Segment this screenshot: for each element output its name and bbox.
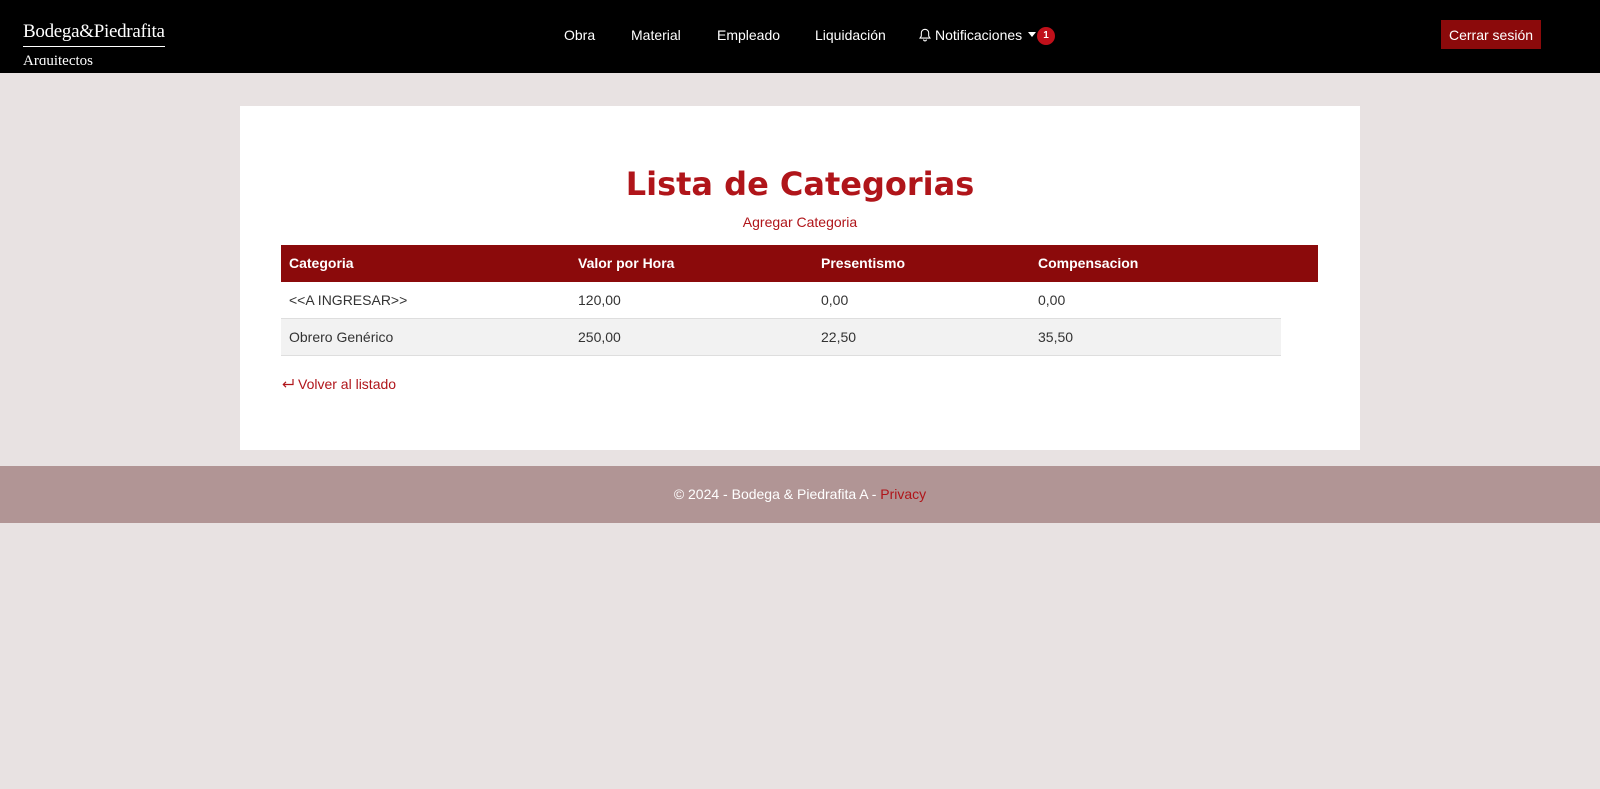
main-card: Lista de Categorias Agregar Categoria Ca… xyxy=(240,106,1360,450)
cell-categoria: <<A INGRESAR>> xyxy=(289,292,408,308)
notification-count-badge: 1 xyxy=(1037,27,1055,45)
cell-compensacion: 35,50 xyxy=(1038,329,1074,345)
notifications-label: Notificaciones xyxy=(935,27,1023,43)
brand-subtitle: Arquitectos xyxy=(23,53,93,65)
table-header: Categoria Valor por Hora Presentismo Com… xyxy=(281,245,1318,282)
logout-button[interactable]: Cerrar sesión xyxy=(1441,20,1541,49)
cell-presentismo: 22,50 xyxy=(821,329,857,345)
brand-logo[interactable]: Bodega&Piedrafita Arquitectos xyxy=(23,20,168,65)
cell-valor-por-hora: 250,00 xyxy=(578,329,621,345)
brand-name: Bodega&Piedrafita xyxy=(23,20,165,47)
nav-item-empleado[interactable]: Empleado xyxy=(717,27,780,43)
table-row[interactable]: Obrero Genérico 250,00 22,50 35,50 xyxy=(281,319,1281,356)
cell-categoria: Obrero Genérico xyxy=(289,329,394,345)
privacy-link[interactable]: Privacy xyxy=(880,486,926,502)
cell-valor-por-hora: 120,00 xyxy=(578,292,621,308)
nav-item-obra[interactable]: Obra xyxy=(564,27,595,43)
add-category-link[interactable]: Agregar Categoria xyxy=(240,214,1360,230)
back-to-list-link[interactable]: Volver al listado xyxy=(281,376,396,392)
return-arrow-icon xyxy=(282,379,294,388)
column-header-categoria: Categoria xyxy=(289,255,354,271)
column-header-presentismo: Presentismo xyxy=(821,255,906,271)
back-link-label: Volver al listado xyxy=(298,376,397,392)
nav-item-liquidacion[interactable]: Liquidación xyxy=(815,27,886,43)
nav-item-notificaciones[interactable]: Notificaciones xyxy=(918,27,1037,43)
nav-item-material[interactable]: Material xyxy=(631,27,681,43)
cell-compensacion: 0,00 xyxy=(1038,292,1066,308)
column-header-valor-por-hora: Valor por Hora xyxy=(578,255,675,271)
bell-icon xyxy=(919,28,931,42)
top-navbar: Bodega&Piedrafita Arquitectos Obra Mater… xyxy=(0,0,1600,73)
categories-table: Categoria Valor por Hora Presentismo Com… xyxy=(281,245,1318,356)
column-header-compensacion: Compensacion xyxy=(1038,255,1139,271)
chevron-down-icon xyxy=(1028,32,1037,37)
page-footer: © 2024 - Bodega & Piedrafita A - Privacy xyxy=(0,466,1600,523)
table-row[interactable]: <<A INGRESAR>> 120,00 0,00 0,00 xyxy=(281,282,1281,319)
copyright-text: © 2024 - Bodega & Piedrafita A - xyxy=(673,486,881,502)
page-title: Lista de Categorias xyxy=(625,165,975,203)
cell-presentismo: 0,00 xyxy=(821,292,849,308)
